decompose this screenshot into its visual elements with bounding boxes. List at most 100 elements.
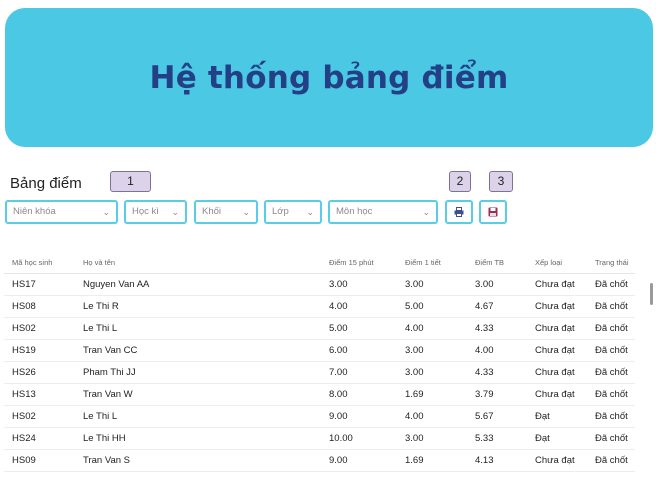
nien-khoa-select[interactable]: Niên khóa ⌄ [5, 200, 118, 224]
printer-icon [454, 207, 464, 217]
header-banner: Hệ thống bảng điểm [5, 8, 653, 147]
table-row[interactable]: HS08 Le Thi R 4.00 5.00 4.67 Chưa đạt Đã chốt [4, 295, 635, 318]
cell-diem-15-phut: 5.00 [321, 317, 397, 340]
cell-trang-thai: Đã chốt [587, 405, 635, 428]
cell-trang-thai: Đã chốt [587, 383, 635, 406]
cell-ho-va-ten: Le Thi L [75, 405, 321, 428]
cell-ma-hoc-sinh: HS09 [4, 449, 75, 472]
section-title: Bảng điểm [10, 175, 82, 192]
column-header-ho-va-ten[interactable]: Họ và tên [75, 251, 321, 274]
cell-xep-loai: Đạt [527, 405, 587, 428]
column-header-diem-tb[interactable]: Điểm TB [467, 251, 527, 274]
column-header-trang-thai[interactable]: Trạng thái [587, 251, 635, 274]
cell-ho-va-ten: Le Thi HH [75, 427, 321, 450]
cell-trang-thai: Đã chốt [587, 273, 635, 296]
cell-xep-loai: Đạt [527, 427, 587, 450]
chevron-down-icon: ⌄ [306, 207, 314, 217]
cell-trang-thai: Đã chốt [587, 427, 635, 450]
cell-diem-tb: 5.33 [467, 427, 527, 450]
chevron-down-icon: ⌄ [242, 207, 250, 217]
cell-diem-tb: 3.00 [467, 273, 527, 296]
table-row[interactable]: HS13 Tran Van W 8.00 1.69 3.79 Chưa đạt Đã chố… [4, 383, 635, 406]
khoi-select[interactable]: Khối ⌄ [194, 200, 258, 224]
cell-ho-va-ten: Nguyen Van AA [75, 273, 321, 296]
page-title: Hệ thống bảng điểm [149, 59, 509, 96]
cell-diem-tb: 4.33 [467, 361, 527, 384]
annotation-badge-1: 1 [110, 171, 151, 192]
cell-diem-1-tiet: 3.00 [397, 427, 467, 450]
table-header-row: Mã học sinh Họ và tên Điểm 15 phút Điểm … [4, 251, 635, 274]
column-header-xep-loai[interactable]: Xếp loại [527, 251, 587, 274]
cell-ma-hoc-sinh: HS26 [4, 361, 75, 384]
chevron-down-icon: ⌄ [102, 207, 110, 217]
cell-ma-hoc-sinh: HS08 [4, 295, 75, 318]
cell-ma-hoc-sinh: HS13 [4, 383, 75, 406]
khoi-placeholder: Khối [202, 206, 222, 217]
column-header-diem-1-tiet[interactable]: Điểm 1 tiết [397, 251, 467, 274]
cell-diem-15-phut: 3.00 [321, 273, 397, 296]
table-row[interactable]: HS02 Le Thi L 5.00 4.00 4.33 Chưa đạt Đã chốt [4, 317, 635, 340]
mon-hoc-placeholder: Môn học [336, 206, 373, 217]
column-header-ma-hoc-sinh[interactable]: Mã học sinh [4, 251, 75, 274]
hoc-ki-select[interactable]: Học kì ⌄ [124, 200, 187, 224]
cell-xep-loai: Chưa đạt [527, 339, 587, 362]
cell-diem-1-tiet: 4.00 [397, 405, 467, 428]
table-row[interactable]: HS26 Pham Thi JJ 7.00 3.00 4.33 Chưa đạt Đã ch… [4, 361, 635, 384]
column-header-diem-15-phut[interactable]: Điểm 15 phút [321, 251, 397, 274]
table-row[interactable]: HS19 Tran Van CC 6.00 3.00 4.00 Chưa đạt Đã ch… [4, 339, 635, 362]
cell-ho-va-ten: Tran Van W [75, 383, 321, 406]
cell-ho-va-ten: Tran Van S [75, 449, 321, 472]
cell-ho-va-ten: Pham Thi JJ [75, 361, 321, 384]
cell-diem-15-phut: 4.00 [321, 295, 397, 318]
scrollbar-thumb[interactable] [650, 283, 653, 305]
annotation-badge-3: 3 [489, 171, 513, 192]
cell-trang-thai: Đã chốt [587, 295, 635, 318]
cell-diem-1-tiet: 1.69 [397, 383, 467, 406]
cell-xep-loai: Chưa đạt [527, 317, 587, 340]
cell-diem-tb: 4.33 [467, 317, 527, 340]
annotation-badge-2: 2 [449, 171, 471, 192]
cell-diem-tb: 4.67 [467, 295, 527, 318]
lop-placeholder: Lớp [272, 206, 289, 217]
cell-diem-15-phut: 8.00 [321, 383, 397, 406]
cell-trang-thai: Đã chốt [587, 361, 635, 384]
cell-diem-tb: 5.67 [467, 405, 527, 428]
cell-diem-15-phut: 10.00 [321, 427, 397, 450]
cell-trang-thai: Đã chốt [587, 339, 635, 362]
cell-ma-hoc-sinh: HS17 [4, 273, 75, 296]
table-row[interactable]: HS17 Nguyen Van AA 3.00 3.00 3.00 Chưa đạt Đã … [4, 273, 635, 296]
mon-hoc-select[interactable]: Môn học ⌄ [328, 200, 438, 224]
cell-ma-hoc-sinh: HS19 [4, 339, 75, 362]
cell-ho-va-ten: Le Thi L [75, 317, 321, 340]
cell-xep-loai: Chưa đạt [527, 295, 587, 318]
cell-diem-tb: 3.79 [467, 383, 527, 406]
save-button[interactable] [479, 200, 507, 224]
cell-xep-loai: Chưa đạt [527, 449, 587, 472]
cell-ho-va-ten: Le Thi R [75, 295, 321, 318]
cell-ma-hoc-sinh: HS02 [4, 317, 75, 340]
table-row[interactable]: HS24 Le Thi HH 10.00 3.00 5.33 Đạt Đã chốt [4, 427, 635, 450]
table-row[interactable]: HS02 Le Thi L 9.00 4.00 5.67 Đạt Đã chốt [4, 405, 635, 428]
cell-diem-15-phut: 9.00 [321, 449, 397, 472]
cell-diem-1-tiet: 3.00 [397, 361, 467, 384]
table-row[interactable]: HS09 Tran Van S 9.00 1.69 4.13 Chưa đạt Đã chố… [4, 449, 635, 472]
save-icon [488, 207, 498, 217]
cell-diem-tb: 4.13 [467, 449, 527, 472]
lop-select[interactable]: Lớp ⌄ [264, 200, 322, 224]
cell-xep-loai: Chưa đạt [527, 273, 587, 296]
cell-diem-1-tiet: 5.00 [397, 295, 467, 318]
cell-diem-1-tiet: 3.00 [397, 339, 467, 362]
cell-trang-thai: Đã chốt [587, 449, 635, 472]
print-button[interactable] [445, 200, 473, 224]
cell-xep-loai: Chưa đạt [527, 383, 587, 406]
cell-ma-hoc-sinh: HS24 [4, 427, 75, 450]
cell-diem-15-phut: 9.00 [321, 405, 397, 428]
chevron-down-icon: ⌄ [171, 207, 179, 217]
cell-diem-1-tiet: 3.00 [397, 273, 467, 296]
cell-diem-15-phut: 7.00 [321, 361, 397, 384]
cell-diem-15-phut: 6.00 [321, 339, 397, 362]
cell-xep-loai: Chưa đạt [527, 361, 587, 384]
hoc-ki-placeholder: Học kì [132, 206, 159, 217]
cell-diem-1-tiet: 4.00 [397, 317, 467, 340]
cell-ma-hoc-sinh: HS02 [4, 405, 75, 428]
